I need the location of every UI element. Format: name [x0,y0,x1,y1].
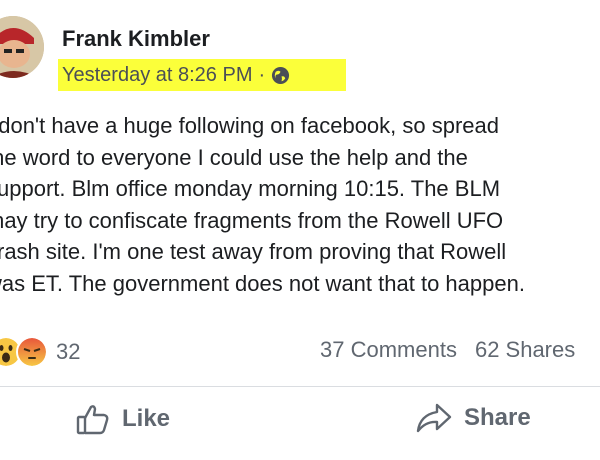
reaction-count: 32 [56,339,81,364]
author-name[interactable]: Frank Kimbler [62,26,210,52]
post-meta: Yesterday at 8:26 PM · [58,59,346,91]
shares-count[interactable]: 62 Shares [475,337,575,362]
timestamp[interactable]: Yesterday at 8:26 PM [62,64,253,87]
post-line: support. Blm office monday morning 10:15… [0,176,501,201]
reaction-summary[interactable]: 32 [0,336,80,368]
post-line: was ET. The government does not want tha… [0,270,525,296]
share-button[interactable]: Share [416,402,531,434]
like-button[interactable]: Like [76,402,170,436]
post-line: the word to everyone I could use the hel… [0,144,468,170]
like-label: Like [122,405,171,432]
share-arrow-icon [416,403,452,433]
share-label: Share [464,404,531,431]
post-line: I don't have a huge following on faceboo… [0,113,500,138]
post-line: crash site. I'm one test away from provi… [0,239,507,264]
globe-icon [272,66,290,84]
post-stats: 37 Comments 62 Shares [320,337,593,363]
post-body: I don't have a huge following on faceboo… [0,110,600,299]
avatar[interactable] [0,16,44,78]
angry-reaction-icon [16,336,48,368]
comments-count[interactable]: 37 Comments [320,337,457,362]
post-line: may try to confiscate fragments from the… [0,207,504,233]
divider [0,386,600,387]
meta-separator: · [258,63,266,86]
thumbs-up-icon [76,405,109,435]
